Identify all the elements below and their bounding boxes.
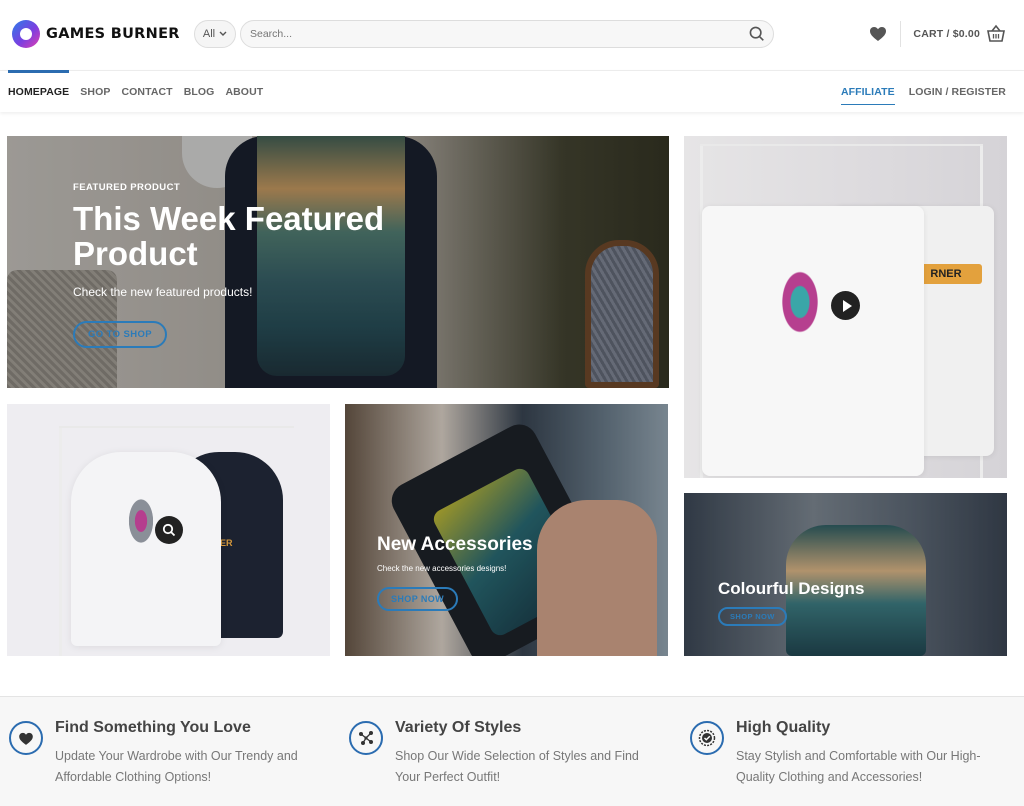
accessories-promo-tile[interactable]: New Accessories Check the new accessorie…: [345, 404, 668, 656]
go-to-shop-button[interactable]: GO TO SHOP: [73, 321, 168, 348]
secondary-menu: AFFILIATE LOGIN / REGISTER: [840, 71, 1006, 113]
featured-product-banner[interactable]: FEATURED PRODUCT This Week Featured Prod…: [7, 136, 669, 388]
designs-copy: Colourful Designs SHOP NOW: [718, 579, 864, 626]
bird-artwork: [768, 266, 832, 356]
tile-overlay: [684, 493, 1007, 656]
magnifier-icon: [162, 523, 176, 537]
heart-icon: [9, 721, 43, 755]
featured-subtitle: Check the new featured products!: [73, 285, 253, 299]
tshirts-promo-tile[interactable]: RNER: [684, 136, 1007, 478]
designs-promo-tile[interactable]: Colourful Designs SHOP NOW: [684, 493, 1007, 656]
tile-overlay: [345, 404, 668, 656]
nav-contact[interactable]: CONTACT: [121, 71, 172, 113]
nav-affiliate[interactable]: AFFILIATE: [840, 71, 895, 113]
nav-homepage[interactable]: HOMEPAGE: [8, 70, 70, 113]
feature-description: Update Your Wardrobe with Our Trendy and…: [55, 749, 298, 784]
header-actions: CART / $0.00: [868, 21, 1006, 47]
clothes-rack: [700, 144, 983, 146]
feature-title: High Quality: [736, 719, 831, 736]
search-bar: All: [194, 20, 774, 48]
designs-shop-now-button[interactable]: SHOP NOW: [718, 607, 787, 626]
logo-icon: [12, 20, 40, 48]
feature-title: Find Something You Love: [55, 719, 251, 736]
chevron-down-icon: [219, 31, 227, 36]
rack-pole-left: [59, 428, 62, 656]
zoom-search-icon[interactable]: [155, 516, 183, 544]
accessories-shop-now-button[interactable]: SHOP NOW: [377, 587, 459, 611]
designs-title: Colourful Designs: [718, 579, 865, 598]
badge-icon: [690, 721, 724, 755]
feature-body: Find Something You Love Update Your Ward…: [55, 719, 315, 788]
features-strip: Find Something You Love Update Your Ward…: [0, 696, 1024, 806]
accessories-title: New Accessories: [377, 534, 533, 555]
wishlist-heart-icon[interactable]: [868, 24, 888, 44]
cart-link[interactable]: CART / $0.00: [913, 28, 980, 40]
feature-body: Variety Of Styles Shop Our Wide Selectio…: [395, 719, 655, 788]
featured-title: This Week Featured Product: [73, 200, 385, 272]
feature-description: Stay Stylish and Comfortable with Our Hi…: [736, 749, 981, 784]
accessories-subtitle: Check the new accessories designs!: [377, 564, 507, 573]
accessories-copy: New Accessories Check the new accessorie…: [377, 534, 533, 611]
play-video-icon[interactable]: [831, 291, 860, 320]
nav-shop[interactable]: SHOP: [80, 71, 110, 113]
hoodies-promo-tile[interactable]: RNER: [7, 404, 330, 656]
header-divider: [900, 21, 902, 47]
header: GAMES BURNER All CART / $0.00: [0, 0, 1024, 70]
primary-menu: HOMEPAGE SHOP CONTACT BLOG ABOUT: [8, 70, 263, 113]
featured-kicker: FEATURED PRODUCT: [73, 182, 181, 193]
basket-icon[interactable]: [986, 24, 1006, 44]
feature-body: High Quality Stay Stylish and Comfortabl…: [736, 719, 996, 788]
site-logo[interactable]: GAMES BURNER: [12, 20, 180, 48]
main-nav: HOMEPAGE SHOP CONTACT BLOG ABOUT AFFILIA…: [0, 70, 1024, 112]
nodes-icon: [349, 721, 383, 755]
search-category-value: All: [202, 28, 216, 40]
nav-blog[interactable]: BLOG: [184, 71, 215, 113]
hoodie-artwork: [127, 496, 155, 546]
feature-description: Shop Our Wide Selection of Styles and Fi…: [395, 749, 639, 784]
brand-name: GAMES BURNER: [46, 26, 180, 42]
feature-title: Variety Of Styles: [395, 719, 522, 736]
featured-banner-copy: FEATURED PRODUCT This Week Featured Prod…: [73, 182, 403, 348]
nav-about[interactable]: ABOUT: [225, 71, 263, 113]
search-icon[interactable]: [748, 25, 766, 43]
search-input[interactable]: [240, 20, 774, 48]
hoodie-white: [71, 452, 221, 646]
search-category-select[interactable]: All: [194, 20, 236, 48]
clothes-rack: [59, 426, 294, 428]
nav-login-register[interactable]: LOGIN / REGISTER: [909, 71, 1006, 113]
